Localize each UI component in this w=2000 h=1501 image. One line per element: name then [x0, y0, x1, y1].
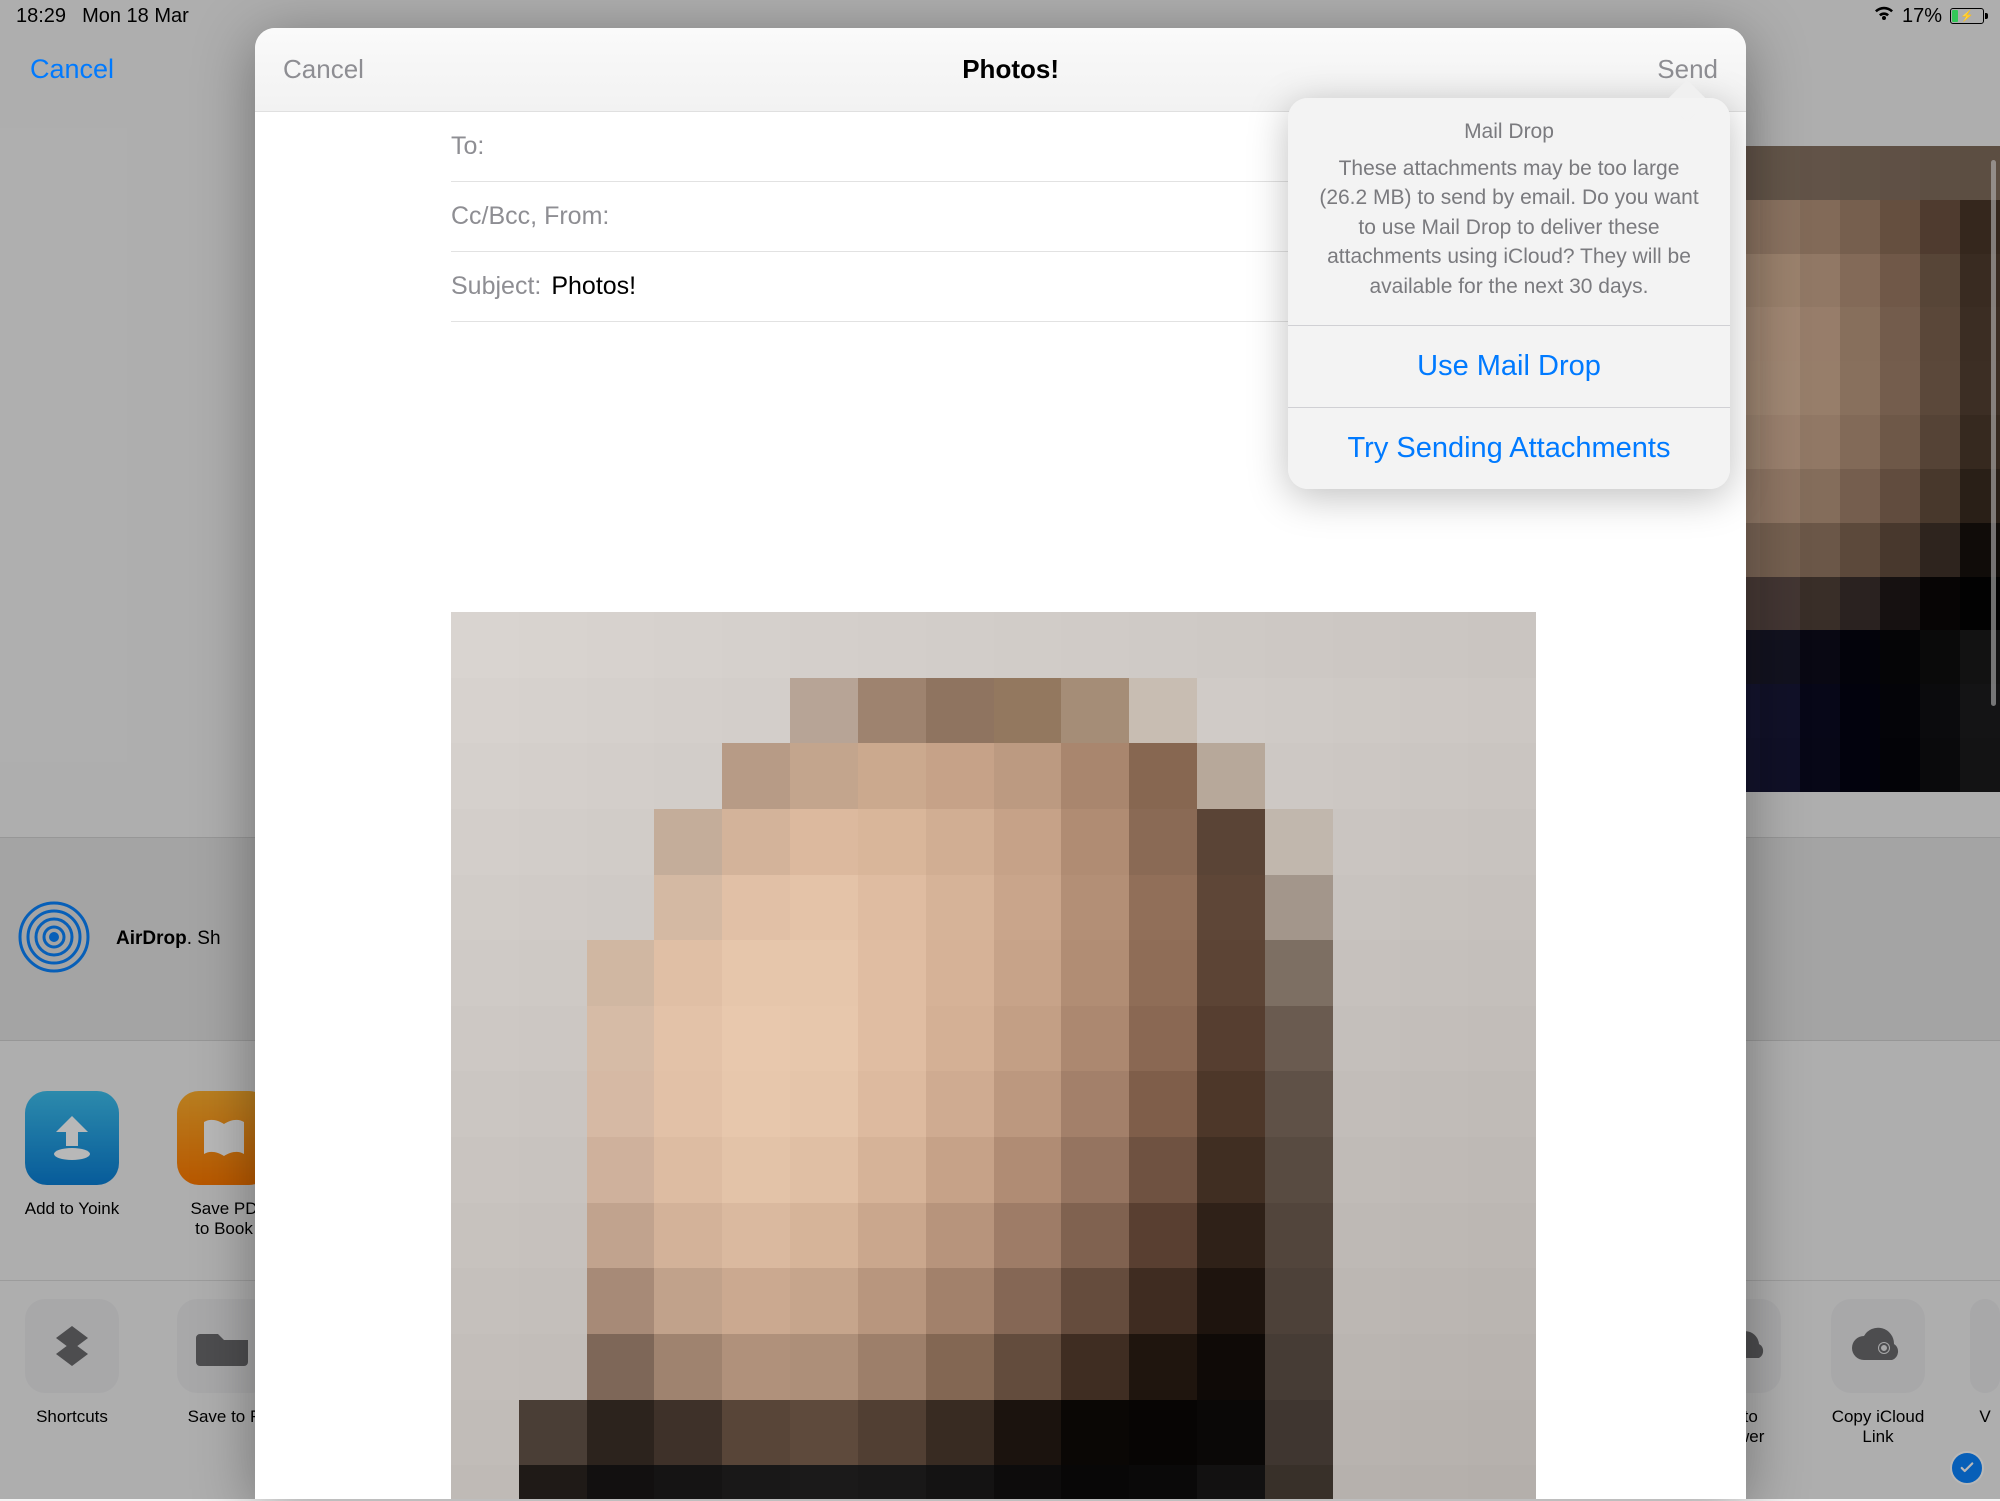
wifi-icon — [1872, 4, 1896, 28]
subject-value: Photos! — [551, 272, 636, 301]
battery-percent: 17% — [1902, 5, 1942, 28]
subject-label: Subject: — [451, 272, 541, 301]
status-date: Mon 18 Mar — [82, 5, 189, 28]
compose-body[interactable] — [255, 322, 1746, 1499]
try-sending-button[interactable]: Try Sending Attachments — [1288, 407, 1730, 489]
compose-cancel-button[interactable]: Cancel — [283, 54, 364, 85]
use-mail-drop-button[interactable]: Use Mail Drop — [1288, 325, 1730, 407]
share-sheet-cancel[interactable]: Cancel — [30, 54, 114, 85]
status-time: 18:29 — [16, 5, 66, 28]
ccbcc-label: Cc/Bcc, From: — [451, 202, 609, 231]
to-label: To: — [451, 132, 484, 161]
battery-icon: ⚡ — [1950, 8, 1984, 24]
popover-message: These attachments may be too large (26.2… — [1288, 154, 1730, 325]
photo-attachment[interactable] — [451, 612, 1536, 1499]
mail-drop-popover: Mail Drop These attachments may be too l… — [1288, 98, 1730, 489]
compose-title: Photos! — [962, 54, 1059, 85]
popover-title: Mail Drop — [1288, 98, 1730, 154]
